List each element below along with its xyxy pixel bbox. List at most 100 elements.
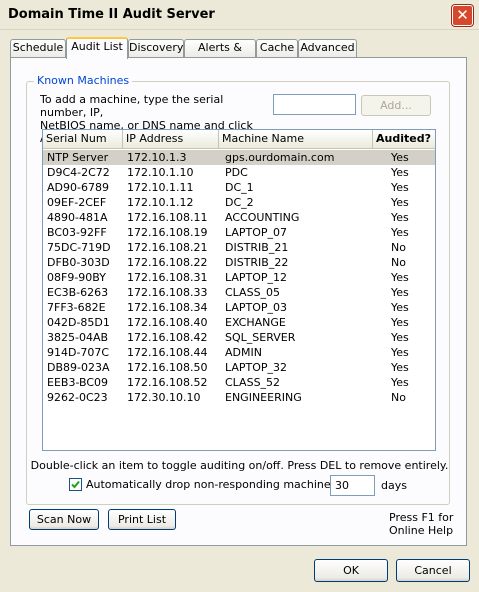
checkmark-icon [71, 480, 80, 489]
table-row[interactable]: 3825-04AB 172.16.108.42 SQL_SERVER Yes [43, 330, 435, 345]
cell-ip-address: 172.16.108.11 [127, 211, 208, 224]
cell-ip-address: 172.16.108.50 [127, 361, 208, 374]
cell-serial-num: 4890-481A [47, 211, 108, 224]
cell-machine-name: EXCHANGE [225, 316, 286, 329]
tab-audit-list[interactable]: Audit List [66, 37, 128, 59]
cell-ip-address: 172.16.108.19 [127, 226, 208, 239]
column-audited[interactable]: Audited? [373, 130, 435, 148]
list-header: Serial Num IP Address Machine Name Audit… [43, 130, 435, 149]
cell-machine-name: CLASS_52 [225, 376, 281, 389]
cell-machine-name: PDC [225, 166, 248, 179]
cell-serial-num: 9262-0C23 [47, 391, 108, 404]
cell-ip-address: 172.16.108.40 [127, 316, 208, 329]
table-row[interactable]: D9C4-2C72 172.10.1.10 PDC Yes [43, 165, 435, 180]
cell-serial-num: EC3B-6263 [47, 286, 109, 299]
scan-now-button[interactable]: Scan Now [29, 509, 99, 530]
ok-button[interactable]: OK [314, 559, 388, 582]
cell-serial-num: BC03-92FF [47, 226, 107, 239]
cell-ip-address: 172.30.10.10 [127, 391, 201, 404]
cell-serial-num: AD90-6789 [47, 181, 109, 194]
cell-audited: No [391, 256, 406, 269]
cancel-button[interactable]: Cancel [396, 559, 470, 582]
add-button[interactable]: Add... [361, 95, 431, 116]
cell-serial-num: 3825-04AB [47, 331, 109, 344]
cell-machine-name: ENGINEERING [225, 391, 302, 404]
table-row[interactable]: EC3B-6263 172.16.108.33 CLASS_05 Yes [43, 285, 435, 300]
cell-serial-num: EEB3-BC09 [47, 376, 109, 389]
close-button[interactable]: ✕ [452, 5, 473, 26]
column-machine-name[interactable]: Machine Name [219, 130, 373, 148]
help-line-1: Press F1 for [389, 511, 454, 524]
table-row[interactable]: NTP Server 172.10.1.3 gps.ourdomain.com Yes [43, 150, 435, 165]
days-input[interactable]: 30 [330, 475, 375, 496]
instruction-line-1: To add a machine, type the serial number… [40, 93, 224, 119]
cell-machine-name: LAPTOP_03 [225, 301, 288, 314]
table-row[interactable]: 9262-0C23 172.30.10.10 ENGINEERING No [43, 390, 435, 405]
cell-machine-name: LAPTOP_12 [225, 271, 288, 284]
table-row[interactable]: 4890-481A 172.16.108.11 ACCOUNTING Yes [43, 210, 435, 225]
table-row[interactable]: 042D-85D1 172.16.108.40 EXCHANGE Yes [43, 315, 435, 330]
table-row[interactable]: 08F9-90BY 172.16.108.31 LAPTOP_12 Yes [43, 270, 435, 285]
cell-ip-address: 172.16.108.21 [127, 241, 208, 254]
tab-discovery[interactable]: Discovery [128, 39, 184, 57]
cell-ip-address: 172.16.108.44 [127, 346, 208, 359]
add-machine-input[interactable] [273, 94, 356, 115]
hint-text: Double-click an item to toggle auditing … [30, 459, 449, 472]
table-row[interactable]: EEB3-BC09 172.16.108.52 CLASS_52 Yes [43, 375, 435, 390]
table-row[interactable]: DB89-023A 172.16.108.50 LAPTOP_32 Yes [43, 360, 435, 375]
cell-serial-num: 75DC-719D [47, 241, 111, 254]
cell-ip-address: 172.10.1.11 [127, 181, 194, 194]
cell-audited: Yes [391, 226, 409, 239]
known-machines-label: Known Machines [34, 74, 133, 87]
cell-ip-address: 172.10.1.3 [127, 151, 187, 164]
cell-machine-name: LAPTOP_32 [225, 361, 288, 374]
cell-audited: Yes [391, 361, 409, 374]
table-row[interactable]: DFB0-303D 172.16.108.22 DISTRIB_22 No [43, 255, 435, 270]
cell-serial-num: 08F9-90BY [47, 271, 106, 284]
table-row[interactable]: 75DC-719D 172.16.108.21 DISTRIB_21 No [43, 240, 435, 255]
table-row[interactable]: BC03-92FF 172.16.108.19 LAPTOP_07 Yes [43, 225, 435, 240]
cell-ip-address: 172.10.1.12 [127, 196, 194, 209]
cell-machine-name: LAPTOP_07 [225, 226, 288, 239]
cell-machine-name: ACCOUNTING [225, 211, 300, 224]
auto-drop-label[interactable]: Automatically drop non-responding machin… [86, 478, 366, 491]
cell-audited: Yes [391, 181, 409, 194]
table-row[interactable]: 09EF-2CEF 172.10.1.12 DC_2 Yes [43, 195, 435, 210]
cell-audited: Yes [391, 316, 409, 329]
cell-machine-name: DISTRIB_22 [225, 256, 289, 269]
auto-drop-checkbox[interactable] [69, 478, 82, 491]
cell-audited: Yes [391, 331, 409, 344]
cell-machine-name: SQL_SERVER [225, 331, 296, 344]
cell-serial-num: NTP Server [47, 151, 109, 164]
machine-list[interactable]: Serial Num IP Address Machine Name Audit… [42, 129, 436, 451]
cell-machine-name: DC_1 [225, 181, 254, 194]
help-hint: Press F1 for Online Help [389, 511, 453, 537]
table-row[interactable]: 7FF3-682E 172.16.108.34 LAPTOP_03 Yes [43, 300, 435, 315]
table-row[interactable]: AD90-6789 172.10.1.11 DC_1 Yes [43, 180, 435, 195]
title-bar: Domain Time II Audit Server ✕ [0, 0, 479, 30]
tab-schedule[interactable]: Schedule [10, 39, 66, 57]
cell-ip-address: 172.16.108.33 [127, 286, 208, 299]
tab-advanced[interactable]: Advanced [298, 39, 357, 57]
cell-audited: Yes [391, 151, 409, 164]
cell-machine-name: ADMIN [225, 346, 262, 359]
table-row[interactable]: 914D-707C 172.16.108.44 ADMIN Yes [43, 345, 435, 360]
cell-audited: Yes [391, 166, 409, 179]
cell-serial-num: 09EF-2CEF [47, 196, 107, 209]
help-line-2: Online Help [389, 524, 454, 537]
column-serial-num[interactable]: Serial Num [43, 130, 123, 148]
cell-ip-address: 172.16.108.34 [127, 301, 208, 314]
cell-ip-address: 172.16.108.42 [127, 331, 208, 344]
cell-machine-name: DISTRIB_21 [225, 241, 289, 254]
cell-serial-num: 914D-707C [47, 346, 110, 359]
cell-audited: No [391, 241, 406, 254]
tab-alerts-logs[interactable]: Alerts & Logs [184, 39, 256, 70]
cell-audited: Yes [391, 376, 409, 389]
tab-cache[interactable]: Cache [256, 39, 298, 57]
column-ip-address[interactable]: IP Address [123, 130, 219, 148]
cell-audited: Yes [391, 286, 409, 299]
print-list-button[interactable]: Print List [108, 509, 176, 530]
cell-audited: Yes [391, 211, 409, 224]
cell-audited: No [391, 391, 406, 404]
window-title: Domain Time II Audit Server [8, 7, 215, 22]
